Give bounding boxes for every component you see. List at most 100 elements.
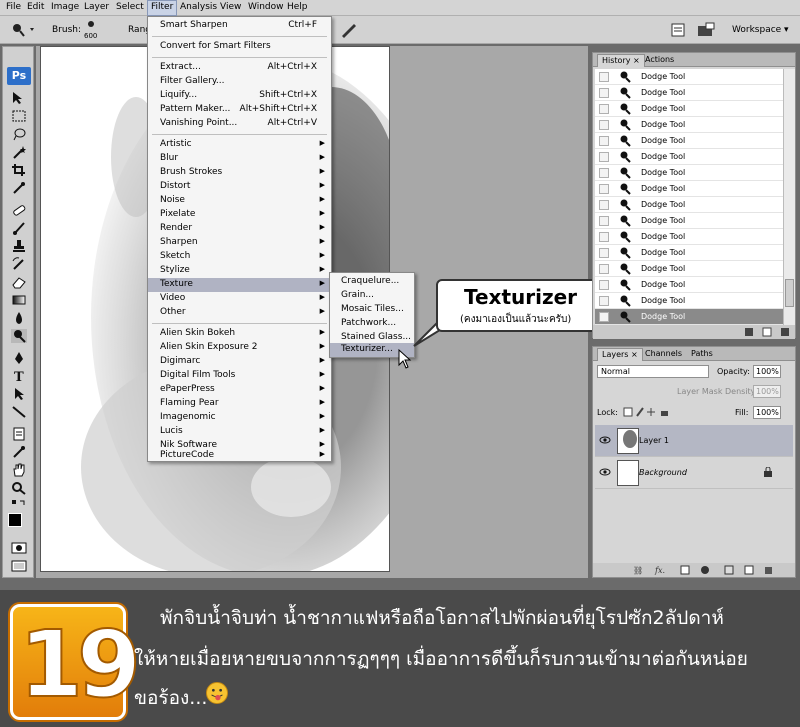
submenu-item-grain[interactable]: Grain... bbox=[330, 289, 414, 303]
history-item[interactable]: Dodge Tool bbox=[595, 309, 783, 325]
tab-paths[interactable]: Paths bbox=[687, 348, 717, 361]
history-checkbox[interactable] bbox=[599, 168, 609, 178]
menu-item-picturecode[interactable]: PictureCode ▶ bbox=[148, 450, 331, 461]
submenu-item-mosaic-tiles[interactable]: Mosaic Tiles... bbox=[330, 303, 414, 317]
opacity-input[interactable]: 100% bbox=[753, 365, 781, 378]
menu-file[interactable]: File bbox=[6, 2, 21, 12]
menu-item-vanishing-point[interactable]: Vanishing Point... Alt+Ctrl+V bbox=[148, 117, 331, 131]
visibility-eye-icon[interactable] bbox=[599, 435, 611, 447]
foreground-color-swatch[interactable] bbox=[8, 513, 22, 527]
menu-item-artistic[interactable]: Artistic ▶ bbox=[148, 138, 331, 152]
screen-mode-icon[interactable] bbox=[11, 559, 27, 573]
menu-item-other[interactable]: Other ▶ bbox=[148, 306, 331, 320]
brush-preview-icon[interactable] bbox=[88, 21, 94, 27]
gradient-tool-icon[interactable] bbox=[11, 293, 27, 307]
history-brush-icon[interactable] bbox=[11, 257, 27, 271]
history-item[interactable]: Dodge Tool bbox=[595, 149, 783, 165]
menu-item-noise[interactable]: Noise ▶ bbox=[148, 194, 331, 208]
visibility-eye-icon[interactable] bbox=[599, 467, 611, 479]
tab-layers[interactable]: Layers × bbox=[597, 348, 643, 361]
history-checkbox[interactable] bbox=[599, 200, 609, 210]
path-selection-icon[interactable] bbox=[11, 387, 27, 401]
history-item[interactable]: Dodge Tool bbox=[595, 69, 783, 85]
lock-options-icons[interactable] bbox=[623, 407, 673, 417]
menu-image[interactable]: Image bbox=[51, 2, 79, 12]
menu-item-stylize[interactable]: Stylize ▶ bbox=[148, 264, 331, 278]
history-item[interactable]: Dodge Tool bbox=[595, 293, 783, 309]
history-item[interactable]: Dodge Tool bbox=[595, 229, 783, 245]
history-checkbox[interactable] bbox=[599, 152, 609, 162]
layer-row-background[interactable]: Background bbox=[595, 457, 793, 489]
history-checkbox[interactable] bbox=[599, 264, 609, 274]
menu-item-convert-smart-filters[interactable]: Convert for Smart Filters bbox=[148, 40, 331, 54]
move-tool-icon[interactable] bbox=[11, 91, 27, 105]
menu-help[interactable]: Help bbox=[287, 2, 308, 12]
swap-colors-icon[interactable] bbox=[11, 499, 27, 513]
history-checkbox[interactable] bbox=[599, 232, 609, 242]
menu-item-alien-skin-bokeh[interactable]: Alien Skin Bokeh ▶ bbox=[148, 327, 331, 341]
menu-item-imagenomic[interactable]: Imagenomic ▶ bbox=[148, 411, 331, 425]
eyedropper-sample-icon[interactable] bbox=[11, 445, 27, 459]
magic-wand-icon[interactable] bbox=[11, 145, 27, 159]
history-checkbox[interactable] bbox=[599, 312, 609, 322]
menu-item-digital-film-tools[interactable]: Digital Film Tools ▶ bbox=[148, 369, 331, 383]
menu-item-distort[interactable]: Distort ▶ bbox=[148, 180, 331, 194]
history-actions-icons[interactable] bbox=[743, 327, 793, 337]
menu-item-liquify[interactable]: Liquify... Shift+Ctrl+X bbox=[148, 89, 331, 103]
menu-edit[interactable]: Edit bbox=[27, 2, 44, 12]
history-checkbox[interactable] bbox=[599, 280, 609, 290]
fill-input[interactable]: 100% bbox=[753, 406, 781, 419]
history-item[interactable]: Dodge Tool bbox=[595, 261, 783, 277]
menu-item-brush-strokes[interactable]: Brush Strokes ▶ bbox=[148, 166, 331, 180]
line-tool-icon[interactable] bbox=[11, 405, 27, 419]
history-item[interactable]: Dodge Tool bbox=[595, 277, 783, 293]
history-item[interactable]: Dodge Tool bbox=[595, 117, 783, 133]
tab-history[interactable]: History × bbox=[597, 54, 645, 67]
eraser-tool-icon[interactable] bbox=[11, 275, 27, 289]
history-checkbox[interactable] bbox=[599, 184, 609, 194]
history-scrollbar[interactable] bbox=[783, 69, 795, 325]
tab-actions[interactable]: Actions bbox=[641, 54, 678, 67]
history-item[interactable]: Dodge Tool bbox=[595, 101, 783, 117]
menu-item-alien-skin-exposure[interactable]: Alien Skin Exposure 2 ▶ bbox=[148, 341, 331, 355]
history-checkbox[interactable] bbox=[599, 248, 609, 258]
submenu-item-craquelure[interactable]: Craquelure... bbox=[330, 275, 414, 289]
history-checkbox[interactable] bbox=[599, 104, 609, 114]
menu-item-render[interactable]: Render ▶ bbox=[148, 222, 331, 236]
type-tool-icon[interactable]: T bbox=[11, 369, 27, 383]
menu-layer[interactable]: Layer bbox=[84, 2, 109, 12]
tab-channels[interactable]: Channels bbox=[641, 348, 686, 361]
menu-view[interactable]: View bbox=[220, 2, 241, 12]
history-checkbox[interactable] bbox=[599, 72, 609, 82]
submenu-item-patchwork[interactable]: Patchwork... bbox=[330, 317, 414, 331]
healing-brush-icon[interactable] bbox=[11, 203, 27, 217]
menu-item-pixelate[interactable]: Pixelate ▶ bbox=[148, 208, 331, 222]
zoom-tool-icon[interactable] bbox=[11, 481, 27, 495]
quick-mask-icon[interactable] bbox=[11, 541, 27, 555]
history-checkbox[interactable] bbox=[599, 296, 609, 306]
history-item[interactable]: Dodge Tool bbox=[595, 181, 783, 197]
eyedropper-tool-icon[interactable] bbox=[11, 181, 27, 195]
history-item[interactable]: Dodge Tool bbox=[595, 165, 783, 181]
history-item[interactable]: Dodge Tool bbox=[595, 245, 783, 261]
layer-mask-density-input[interactable]: 100% bbox=[753, 385, 781, 398]
airbrush-icon[interactable] bbox=[340, 22, 358, 38]
brush-tool-icon[interactable] bbox=[11, 221, 27, 235]
layer-row-layer-1[interactable]: Layer 1 bbox=[595, 425, 793, 457]
history-item[interactable]: Dodge Tool bbox=[595, 133, 783, 149]
history-checkbox[interactable] bbox=[599, 120, 609, 130]
blur-tool-icon[interactable] bbox=[11, 311, 27, 325]
menu-item-sketch[interactable]: Sketch ▶ bbox=[148, 250, 331, 264]
menu-item-pattern-maker[interactable]: Pattern Maker... Alt+Shift+Ctrl+X bbox=[148, 103, 331, 117]
history-item[interactable]: Dodge Tool bbox=[595, 85, 783, 101]
lasso-tool-icon[interactable] bbox=[11, 127, 27, 141]
menu-item-lucis[interactable]: Lucis ▶ bbox=[148, 425, 331, 439]
menu-filter[interactable]: Filter bbox=[147, 0, 178, 16]
history-checkbox[interactable] bbox=[599, 136, 609, 146]
history-checkbox[interactable] bbox=[599, 88, 609, 98]
layer-actions-icons[interactable]: ⛓ fx. bbox=[633, 565, 783, 575]
marquee-tool-icon[interactable] bbox=[11, 109, 27, 123]
menu-item-sharpen[interactable]: Sharpen ▶ bbox=[148, 236, 331, 250]
workspace-dropdown[interactable]: Workspace ▾ bbox=[732, 25, 789, 35]
dodge-tool-preset-icon[interactable] bbox=[8, 22, 38, 38]
